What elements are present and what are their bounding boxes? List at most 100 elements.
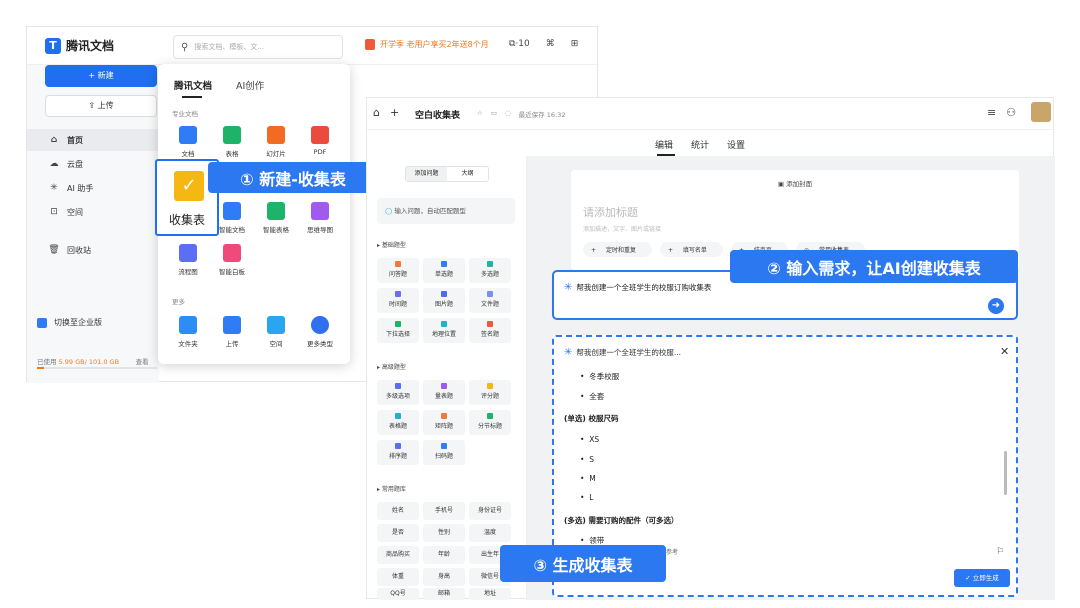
q-qq[interactable]: QQ号 (377, 588, 419, 600)
q-phone[interactable]: 手机号 (423, 502, 465, 520)
q-address[interactable]: 地址 (469, 588, 511, 600)
section-icon (487, 413, 493, 419)
generate-now-button[interactable]: ✓ 立即生成 (954, 569, 1010, 587)
create-flowchart[interactable]: 流程图 (168, 244, 208, 276)
scrollbar[interactable] (1004, 451, 1007, 495)
create-smart-sheet[interactable]: 智能表格 (256, 202, 296, 234)
folder-icon[interactable]: ▭ (491, 109, 497, 119)
roster-button[interactable]: + 填写名单 (659, 242, 723, 257)
section-label: 高级题型 (381, 364, 406, 371)
tab-tencent-docs[interactable]: 腾讯文档 (174, 78, 212, 92)
search-input[interactable]: ⚲ 搜索文档、模板、文... (173, 35, 343, 59)
home-icon: ⌂ (50, 135, 58, 145)
q-signature[interactable]: 签名题 (469, 318, 511, 343)
send-button[interactable]: ➜ (988, 298, 1004, 314)
question-heading-size: (单选) 校服尺码 (564, 414, 619, 423)
q-time[interactable]: 时间题 (377, 288, 419, 313)
q-cascade[interactable]: 多级选项 (377, 380, 419, 405)
q-name[interactable]: 姓名 (377, 502, 419, 520)
q-location[interactable]: 地理位置 (423, 318, 465, 343)
q-gender[interactable]: 性别 (423, 524, 465, 542)
q-section[interactable]: 分节标题 (469, 410, 511, 435)
add-cover-button[interactable]: ▣ 添加封面 (571, 178, 1019, 188)
storage-view-link[interactable]: 查看 (136, 358, 149, 366)
tab-stats[interactable]: 统计 (691, 138, 709, 151)
more-types[interactable]: 更多类型 (300, 316, 340, 348)
q-purchase[interactable]: 商品购买 (377, 546, 419, 564)
q-rating[interactable]: 评分题 (469, 380, 511, 405)
tab-edit[interactable]: 编辑 (655, 138, 673, 151)
form-title-input[interactable]: 请添加标题 (583, 204, 638, 220)
form-desc-input[interactable]: 添加描述，文字、图片或链接 (583, 224, 661, 233)
create-sheet[interactable]: 表格 (212, 126, 252, 158)
create-whiteboard[interactable]: 智能白板 (212, 244, 252, 276)
add-icon[interactable]: + (390, 106, 399, 119)
sidebar-item-label: 首页 (67, 135, 83, 145)
create-pdf[interactable]: PDF (300, 126, 340, 156)
feedback-icon[interactable]: ⚐ (996, 547, 1004, 557)
create-space[interactable]: 空间 (256, 316, 296, 348)
q-scan[interactable]: 扫码题 (423, 440, 465, 465)
q-dropdown[interactable]: 下拉选择 (377, 318, 419, 343)
q-single[interactable]: 单选题 (423, 258, 465, 283)
list-item-text: 冬季校服 (589, 372, 620, 381)
tab-ai-create[interactable]: AI创作 (236, 78, 264, 92)
menu-icon[interactable]: ≡ (987, 106, 996, 119)
q-height[interactable]: 身高 (423, 568, 465, 586)
new-button[interactable]: + 新建 (45, 65, 157, 87)
create-slides[interactable]: 幻灯片 (256, 126, 296, 158)
q-age[interactable]: 年龄 (423, 546, 465, 564)
sidebar-item-space[interactable]: ⊡ 空间 (27, 201, 159, 223)
q-image[interactable]: 图片题 (423, 288, 465, 313)
q-label: 问答题 (388, 271, 407, 278)
sidebar-item-cloud[interactable]: ☁ 云盘 (27, 153, 159, 175)
q-matrix[interactable]: 矩阵题 (423, 410, 465, 435)
q-idcard[interactable]: 身份证号 (469, 502, 511, 520)
schedule-button[interactable]: + 定时和重复 (583, 242, 652, 257)
space-icon (267, 316, 285, 334)
sidebar-item-label: AI 助手 (67, 183, 94, 193)
tab-settings[interactable]: 设置 (727, 138, 745, 151)
upload-button[interactable]: ⇪ 上传 (45, 95, 157, 117)
q-sort[interactable]: 排序题 (377, 440, 419, 465)
q-yesno[interactable]: 是否 (377, 524, 419, 542)
item-label: 流程图 (178, 268, 198, 276)
form-title[interactable]: 空白收集表 (415, 108, 460, 121)
logo-icon: T (45, 37, 61, 54)
enterprise-switch[interactable]: 切换至企业版 (37, 317, 102, 328)
q-weight[interactable]: 体重 (377, 568, 419, 586)
button-label: 定时和重复 (597, 244, 644, 257)
ai-question-input[interactable]: ◯ 输入问题，自动匹配题型 (377, 198, 515, 224)
notification-button[interactable]: ⧉·10 (509, 39, 530, 49)
upload-item[interactable]: 上传 (212, 316, 252, 348)
q-temperature[interactable]: 温度 (469, 524, 511, 542)
sidebar-item-trash[interactable]: 🗑 回收站 (27, 239, 159, 261)
q-multi[interactable]: 多选题 (469, 258, 511, 283)
promo-banner[interactable]: 开学季 老用户享买2年送8个月 (365, 39, 489, 50)
star-icon[interactable]: ☆ (477, 109, 483, 119)
q-label: 分节标题 (477, 423, 502, 430)
toggle-add-question[interactable]: 添加问题 (406, 167, 447, 181)
sidebar-item-ai[interactable]: ✳ AI 助手 (27, 177, 159, 199)
q-table[interactable]: 表格题 (377, 410, 419, 435)
sidebar-item-home[interactable]: ⌂ 首页 (27, 129, 159, 151)
q-email[interactable]: 邮箱 (423, 588, 465, 600)
create-doc[interactable]: 文档 (168, 126, 208, 158)
template-icon[interactable]: ⌘ (546, 39, 555, 49)
app-logo[interactable]: T 腾讯文档 (45, 37, 114, 54)
grid-icon[interactable]: ⊞ (571, 39, 579, 49)
avatar[interactable] (1031, 102, 1051, 122)
q-label: 单选题 (434, 271, 453, 278)
q-file[interactable]: 文件题 (469, 288, 511, 313)
create-mindmap[interactable]: 思维导图 (300, 202, 340, 234)
share-user-icon[interactable]: ⚇ (1006, 106, 1016, 119)
panel-header: ✳ 帮我创建一个全班学生的校服... (564, 347, 681, 358)
section-label: 常用题库 (381, 486, 406, 493)
folder-icon (179, 316, 197, 334)
q-essay[interactable]: 问答题 (377, 258, 419, 283)
toggle-outline[interactable]: 大纲 (447, 167, 488, 181)
close-icon[interactable]: ✕ (1000, 345, 1009, 358)
q-scale[interactable]: 量表题 (423, 380, 465, 405)
home-icon[interactable]: ⌂ (373, 106, 380, 119)
create-folder[interactable]: 文件夹 (168, 316, 208, 348)
